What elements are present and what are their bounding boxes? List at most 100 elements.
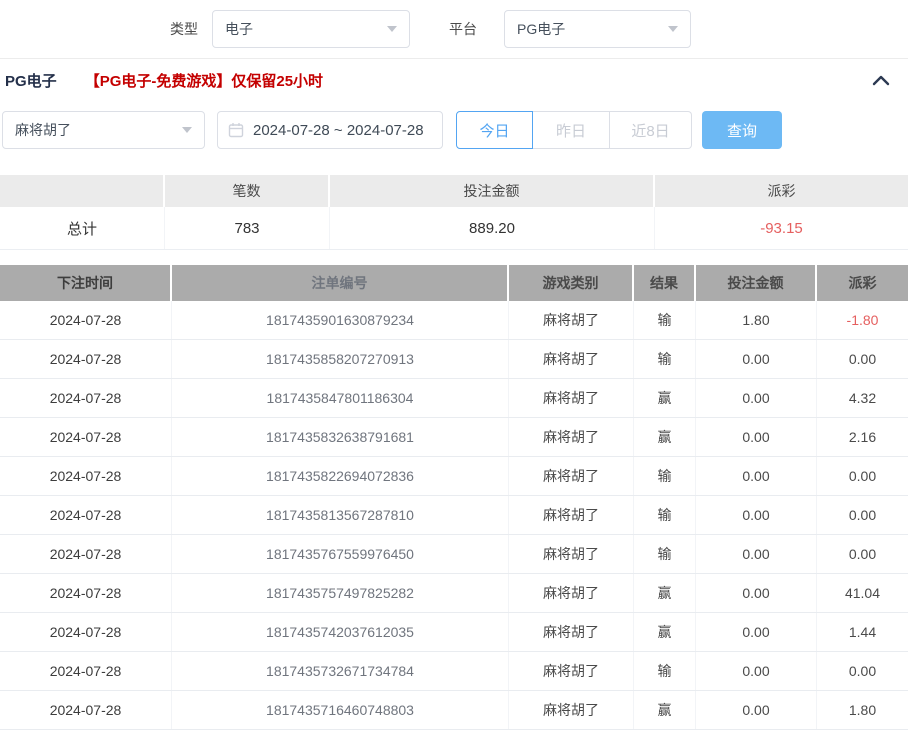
cell-game: 麻将胡了 — [509, 457, 634, 495]
cell-result: 输 — [634, 496, 696, 534]
platform-select[interactable]: PG电子 — [504, 10, 691, 48]
cell-payout: 2.16 — [817, 418, 908, 456]
cell-payout: 4.32 — [817, 379, 908, 417]
cell-bet-time: 2024-07-28 — [0, 496, 172, 534]
cell-bet-time: 2024-07-28 — [0, 301, 172, 339]
cell-payout: 0.00 — [817, 340, 908, 378]
table-header-row: 下注时间 注单编号 游戏类别 结果 投注金额 派彩 — [0, 265, 908, 301]
top-filter-bar: 类型 电子 平台 PG电子 — [0, 0, 908, 59]
table-row: 2024-07-28 1817435716460748803 麻将胡了 赢 0.… — [0, 691, 908, 730]
cell-game: 麻将胡了 — [509, 652, 634, 690]
header-bet-amount: 投注金额 — [696, 265, 817, 301]
summary-total-payout: -93.15 — [655, 207, 908, 249]
cell-bet-amount: 0.00 — [696, 613, 817, 651]
section-notice: 【PG电子-免费游戏】仅保留25小时 — [85, 70, 323, 91]
header-result: 结果 — [634, 265, 696, 301]
cell-result: 输 — [634, 457, 696, 495]
cell-bet-id: 1817435716460748803 — [172, 691, 509, 729]
cell-result: 输 — [634, 340, 696, 378]
yesterday-button[interactable]: 昨日 — [533, 111, 610, 149]
cell-bet-time: 2024-07-28 — [0, 418, 172, 456]
cell-bet-amount: 0.00 — [696, 652, 817, 690]
table-row: 2024-07-28 1817435767559976450 麻将胡了 输 0.… — [0, 535, 908, 574]
cell-bet-amount: 0.00 — [696, 340, 817, 378]
cell-bet-time: 2024-07-28 — [0, 652, 172, 690]
cell-game: 麻将胡了 — [509, 691, 634, 729]
cell-bet-amount: 0.00 — [696, 691, 817, 729]
table-row: 2024-07-28 1817435732671734784 麻将胡了 输 0.… — [0, 652, 908, 691]
cell-result: 赢 — [634, 379, 696, 417]
cell-bet-time: 2024-07-28 — [0, 535, 172, 573]
date-range-input[interactable]: 2024-07-28 ~ 2024-07-28 — [217, 111, 443, 149]
table-row: 2024-07-28 1817435742037612035 麻将胡了 赢 0.… — [0, 613, 908, 652]
cell-payout: 41.04 — [817, 574, 908, 612]
cell-bet-time: 2024-07-28 — [0, 457, 172, 495]
table-row: 2024-07-28 1817435847801186304 麻将胡了 赢 0.… — [0, 379, 908, 418]
platform-select-value: PG电子 — [517, 19, 565, 39]
cell-bet-amount: 0.00 — [696, 379, 817, 417]
header-game-category: 游戏类别 — [509, 265, 634, 301]
cell-bet-time: 2024-07-28 — [0, 574, 172, 612]
last-8-days-button[interactable]: 近8日 — [610, 111, 692, 149]
table-row: 2024-07-28 1817435822694072836 麻将胡了 输 0.… — [0, 457, 908, 496]
cell-bet-amount: 0.00 — [696, 457, 817, 495]
cell-payout: 0.00 — [817, 652, 908, 690]
cell-bet-id: 1817435847801186304 — [172, 379, 509, 417]
table-row: 2024-07-28 1817435757497825282 麻将胡了 赢 0.… — [0, 574, 908, 613]
cell-bet-id: 1817435757497825282 — [172, 574, 509, 612]
type-select[interactable]: 电子 — [212, 10, 410, 48]
cell-payout: 0.00 — [817, 496, 908, 534]
cell-bet-id: 1817435767559976450 — [172, 535, 509, 573]
cell-bet-id: 1817435813567287810 — [172, 496, 509, 534]
chevron-up-icon — [872, 75, 890, 86]
cell-result: 赢 — [634, 574, 696, 612]
caret-down-icon — [182, 127, 192, 133]
cell-game: 麻将胡了 — [509, 301, 634, 339]
cell-result: 输 — [634, 652, 696, 690]
cell-bet-amount: 0.00 — [696, 418, 817, 456]
cell-bet-id: 1817435732671734784 — [172, 652, 509, 690]
cell-bet-id: 1817435822694072836 — [172, 457, 509, 495]
platform-label: 平台 — [449, 19, 477, 39]
type-label: 类型 — [170, 19, 198, 39]
collapse-button[interactable] — [872, 75, 890, 86]
cell-result: 输 — [634, 301, 696, 339]
table-row: 2024-07-28 1817435813567287810 麻将胡了 输 0.… — [0, 496, 908, 535]
cell-game: 麻将胡了 — [509, 535, 634, 573]
game-select[interactable]: 麻将胡了 — [2, 111, 205, 149]
cell-bet-id: 1817435901630879234 — [172, 301, 509, 339]
summary-header-row: 笔数 投注金额 派彩 — [0, 175, 908, 207]
cell-bet-amount: 1.80 — [696, 301, 817, 339]
game-select-value: 麻将胡了 — [15, 120, 71, 140]
cell-result: 赢 — [634, 691, 696, 729]
cell-result: 赢 — [634, 613, 696, 651]
cell-bet-id: 1817435742037612035 — [172, 613, 509, 651]
caret-down-icon — [668, 26, 678, 32]
cell-bet-amount: 0.00 — [696, 496, 817, 534]
cell-game: 麻将胡了 — [509, 496, 634, 534]
cell-bet-time: 2024-07-28 — [0, 613, 172, 651]
summary-total-count: 783 — [165, 207, 330, 249]
summary-header-payout: 派彩 — [655, 175, 908, 207]
query-bar: 麻将胡了 2024-07-28 ~ 2024-07-28 今日 昨日 近8日 查… — [2, 111, 908, 149]
section-header: PG电子 【PG电子-免费游戏】仅保留25小时 — [0, 59, 908, 101]
cell-result: 赢 — [634, 418, 696, 456]
cell-game: 麻将胡了 — [509, 379, 634, 417]
summary-header-blank — [0, 175, 165, 207]
cell-payout: 1.80 — [817, 691, 908, 729]
table-row: 2024-07-28 1817435858207270913 麻将胡了 输 0.… — [0, 340, 908, 379]
summary-total-label: 总计 — [0, 207, 165, 249]
summary-table: 笔数 投注金额 派彩 总计 783 889.20 -93.15 — [0, 175, 908, 250]
summary-header-bet-amount: 投注金额 — [330, 175, 655, 207]
cell-bet-time: 2024-07-28 — [0, 379, 172, 417]
cell-game: 麻将胡了 — [509, 418, 634, 456]
cell-bet-id: 1817435858207270913 — [172, 340, 509, 378]
cell-bet-time: 2024-07-28 — [0, 340, 172, 378]
cell-bet-amount: 0.00 — [696, 535, 817, 573]
summary-total-row: 总计 783 889.20 -93.15 — [0, 207, 908, 250]
table-row: 2024-07-28 1817435901630879234 麻将胡了 输 1.… — [0, 301, 908, 340]
header-payout: 派彩 — [817, 265, 908, 301]
search-button[interactable]: 查询 — [702, 111, 782, 149]
today-button[interactable]: 今日 — [456, 111, 533, 149]
cell-bet-amount: 0.00 — [696, 574, 817, 612]
